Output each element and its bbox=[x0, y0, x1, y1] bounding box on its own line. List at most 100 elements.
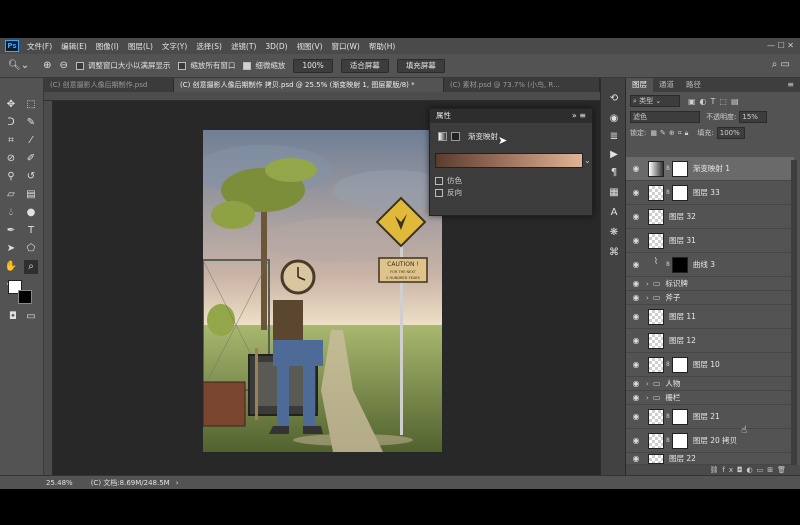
path-select-icon[interactable]: ➤ bbox=[4, 242, 18, 256]
visibility-eye-icon[interactable]: ◉ bbox=[626, 379, 646, 388]
clone-stamp-icon[interactable]: ⚲ bbox=[4, 170, 18, 184]
eyedropper-tool-icon[interactable]: ⁄ bbox=[24, 134, 38, 148]
swatches-panel-icon[interactable]: ▦ bbox=[607, 186, 621, 200]
dither-option[interactable]: 仿色 bbox=[435, 175, 462, 186]
filter-icons[interactable]: ▣◐T⬚▤ bbox=[688, 97, 743, 106]
menu-select[interactable]: 选择(S) bbox=[196, 41, 222, 52]
menu-view[interactable]: 视图(V) bbox=[297, 41, 323, 52]
marquee-tool-icon[interactable]: ⬚ bbox=[24, 98, 38, 112]
menu-window[interactable]: 窗口(W) bbox=[332, 41, 360, 52]
actions-panel-icon[interactable]: ◉ bbox=[607, 112, 621, 126]
glyphs-panel-icon[interactable]: ⌘ bbox=[607, 246, 621, 260]
panel-menu-icon[interactable]: » ≡ bbox=[572, 109, 586, 123]
fill-screen-button[interactable]: 填充屏幕 bbox=[396, 58, 445, 73]
properties-panel-icon[interactable]: ≣ bbox=[607, 130, 621, 144]
lasso-tool-icon[interactable]: ᑐ bbox=[4, 116, 18, 130]
shape-tool-icon[interactable]: ⬠ bbox=[24, 242, 38, 256]
visibility-eye-icon[interactable]: ◉ bbox=[626, 164, 646, 173]
background-color-swatch[interactable] bbox=[18, 290, 32, 304]
visibility-eye-icon[interactable]: ◉ bbox=[626, 454, 646, 463]
zoom-out-icon[interactable]: ⊖ bbox=[59, 60, 67, 71]
lock-icons[interactable]: ▦✎⊕⌗🔒︎ bbox=[650, 129, 691, 138]
group-expand-icon[interactable]: › bbox=[646, 280, 649, 288]
screen-mode-icon[interactable]: ▭ bbox=[24, 310, 38, 324]
zoom-tool-icon[interactable]: ⌕ bbox=[24, 260, 38, 274]
layer-group-row[interactable]: ◉ › ▭ 人物 bbox=[626, 377, 794, 391]
layer-row[interactable]: ◉ 8 图层 20 拷贝 bbox=[626, 429, 794, 453]
dodge-tool-icon[interactable]: ● bbox=[24, 206, 38, 220]
brush-settings-icon[interactable]: ❋ bbox=[607, 226, 621, 240]
type-tool-icon[interactable]: T bbox=[24, 224, 38, 238]
menu-type[interactable]: 文字(Y) bbox=[162, 41, 187, 52]
group-expand-icon[interactable]: › bbox=[646, 380, 649, 388]
crop-tool-icon[interactable]: ⌗ bbox=[4, 134, 18, 148]
menu-edit[interactable]: 编辑(E) bbox=[61, 41, 87, 52]
hand-tool-icon[interactable]: ✋ bbox=[4, 260, 18, 274]
menu-file[interactable]: 文件(F) bbox=[27, 41, 52, 52]
photoshop-logo-icon[interactable]: Ps bbox=[5, 40, 19, 52]
vertical-ruler[interactable] bbox=[44, 101, 53, 475]
layer-row[interactable]: ◉ 图层 11 bbox=[626, 305, 794, 329]
tab-layers[interactable]: 图层 bbox=[626, 78, 653, 92]
layer-mask-icon[interactable] bbox=[451, 132, 460, 141]
layer-group-row[interactable]: ◉ › ▭ 斧子 bbox=[626, 291, 794, 305]
layer-row[interactable]: ◉ 图层 22 bbox=[626, 453, 794, 465]
visibility-eye-icon[interactable]: ◉ bbox=[626, 293, 646, 302]
menu-layer[interactable]: 图层(L) bbox=[128, 41, 153, 52]
visibility-eye-icon[interactable]: ◉ bbox=[626, 412, 646, 421]
menu-image[interactable]: 图像(I) bbox=[96, 41, 119, 52]
layer-row[interactable]: ◉ 8 图层 21 bbox=[626, 405, 794, 429]
zoom-level[interactable]: 25.48% bbox=[46, 479, 73, 487]
tab-paths[interactable]: 路径 bbox=[680, 78, 707, 92]
resize-windows-option[interactable]: 调整窗口大小以满屏显示 bbox=[75, 60, 170, 71]
window-controls-icon[interactable]: — ☐ ✕ bbox=[767, 41, 794, 50]
zoom-100-button[interactable]: 100% bbox=[293, 58, 333, 73]
menu-filter[interactable]: 滤镜(T) bbox=[231, 41, 256, 52]
blend-mode-select[interactable]: 滤色 bbox=[630, 111, 700, 123]
visibility-eye-icon[interactable]: ◉ bbox=[626, 360, 646, 369]
layer-group-row[interactable]: ◉ › ▭ 栅栏 bbox=[626, 391, 794, 405]
dither-checkbox[interactable] bbox=[435, 176, 443, 185]
menu-help[interactable]: 帮助(H) bbox=[369, 41, 396, 52]
quick-mask-icon[interactable]: ◘ bbox=[6, 310, 20, 324]
search-icon[interactable]: ⌕ ▭ bbox=[772, 59, 790, 70]
layer-row[interactable]: ◉ 8 图层 10 bbox=[626, 353, 794, 377]
layers-menu-icon[interactable]: ≡ bbox=[787, 78, 794, 92]
group-expand-icon[interactable]: › bbox=[646, 294, 649, 302]
resize-windows-checkbox[interactable] bbox=[75, 61, 84, 70]
eraser-tool-icon[interactable]: ▱ bbox=[4, 188, 18, 202]
layer-row[interactable]: ◉ 图层 12 bbox=[626, 329, 794, 353]
visibility-eye-icon[interactable]: ◉ bbox=[626, 279, 646, 288]
tab-document-2[interactable]: (C) 创意摄影人像后期制作 拷贝.psd @ 25.5% (渐变映射 1, 图… bbox=[174, 78, 444, 92]
character-panel-icon[interactable]: A bbox=[607, 206, 621, 220]
pen-tool-icon[interactable]: ✒ bbox=[4, 224, 18, 238]
layer-row[interactable]: ◉ 8 渐变映射 1 bbox=[626, 157, 794, 181]
layer-row[interactable]: ◉ 图层 32 bbox=[626, 205, 794, 229]
visibility-eye-icon[interactable]: ◉ bbox=[626, 393, 646, 402]
layer-row[interactable]: ◉ 8 图层 33 bbox=[626, 181, 794, 205]
move-tool-icon[interactable]: ✥ bbox=[4, 98, 18, 112]
healing-brush-icon[interactable]: ⊘ bbox=[4, 152, 18, 166]
scrubby-zoom-option[interactable]: 细微缩放 bbox=[243, 60, 285, 71]
group-expand-icon[interactable]: › bbox=[646, 394, 649, 402]
visibility-eye-icon[interactable]: ◉ bbox=[626, 236, 646, 245]
layer-group-row[interactable]: ◉ › ▭ 标识牌 bbox=[626, 277, 794, 291]
quick-select-tool-icon[interactable]: ✎ bbox=[24, 116, 38, 130]
reverse-checkbox[interactable] bbox=[435, 188, 443, 197]
status-arrow-icon[interactable]: › bbox=[176, 479, 179, 487]
visibility-eye-icon[interactable]: ◉ bbox=[626, 188, 646, 197]
history-brush-icon[interactable]: ↺ bbox=[24, 170, 38, 184]
menu-3d[interactable]: 3D(D) bbox=[265, 42, 287, 51]
visibility-eye-icon[interactable]: ◉ bbox=[626, 436, 646, 445]
reverse-option[interactable]: 反向 bbox=[435, 187, 462, 198]
visibility-eye-icon[interactable]: ◉ bbox=[626, 312, 646, 321]
scrubby-zoom-checkbox[interactable] bbox=[243, 61, 252, 70]
zoom-tool-icon[interactable]: 🔍︎⌄ bbox=[8, 60, 29, 71]
gradient-tool-icon[interactable]: ▤ bbox=[24, 188, 38, 202]
gradient-dropdown-chevron-icon[interactable]: ⌄ bbox=[584, 156, 591, 165]
tab-document-1[interactable]: (C) 创意摄影人像后期制作.psd bbox=[44, 78, 174, 92]
layer-row[interactable]: ◉ ⌇ 8 曲线 3 bbox=[626, 253, 794, 277]
filter-kind-select[interactable]: ⌕ 类型 ⌄ bbox=[630, 95, 680, 107]
layers-footer-icons[interactable]: ⛓fx◘◐▭⊞🗑︎ bbox=[626, 465, 800, 475]
blur-tool-icon[interactable]: 💧︎ bbox=[4, 206, 18, 220]
